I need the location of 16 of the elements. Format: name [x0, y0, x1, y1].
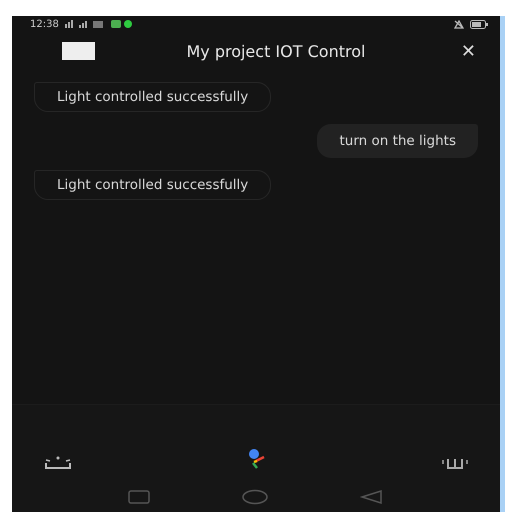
app-logo — [62, 42, 95, 60]
back-icon[interactable] — [360, 489, 384, 505]
recents-icon[interactable] — [128, 490, 150, 504]
window-title: My project IOT Control — [185, 42, 366, 60]
battery-icon — [470, 20, 488, 28]
home-icon[interactable] — [240, 489, 269, 505]
mute-icon — [454, 20, 464, 28]
assistant-icon[interactable] — [247, 448, 267, 470]
chat-bubble: Light controlled successfully — [34, 170, 272, 200]
status-time: 12:38 — [30, 18, 59, 30]
keyboard-icon[interactable] — [442, 458, 468, 470]
close-button[interactable]: ✕ — [456, 40, 480, 62]
chat-bubble: turn on the lights — [317, 124, 478, 158]
chat-bubble: Light controlled successfully — [34, 82, 272, 112]
notification-icon — [110, 20, 133, 28]
signal-icon — [64, 20, 105, 28]
